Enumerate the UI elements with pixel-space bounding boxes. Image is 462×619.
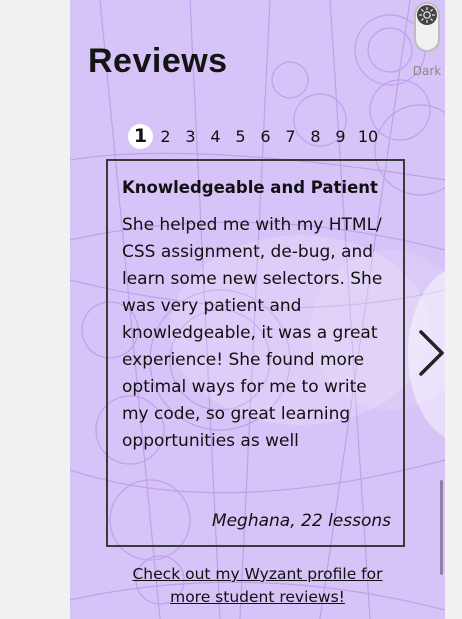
sun-icon <box>418 6 436 24</box>
profile-link-line: Check out my Wyzant profile for <box>132 565 383 583</box>
review-pagination: 1 2 3 4 5 6 7 8 9 10 <box>128 124 383 149</box>
review-body-line: learn some new selectors. She <box>122 269 383 289</box>
review-card: Knowledgeable and Patient She helped me … <box>106 159 405 547</box>
toggle-knob <box>417 5 437 25</box>
review-author: Meghana, 22 lessons <box>211 511 391 531</box>
page-link-1[interactable]: 1 <box>128 124 153 149</box>
review-body: She helped me with my HTML/ CSS assignme… <box>122 212 397 455</box>
page-link-3[interactable]: 3 <box>178 124 203 149</box>
review-body-line: She helped me with my HTML/ <box>122 215 382 235</box>
profile-link-line: more student reviews! <box>170 588 345 606</box>
review-body-line: knowledgeable, it was a great <box>122 323 378 343</box>
scrollbar-thumb[interactable] <box>440 480 443 575</box>
page-link-4[interactable]: 4 <box>203 124 228 149</box>
page-link-8[interactable]: 8 <box>303 124 328 149</box>
wyzant-profile-link[interactable]: Check out my Wyzant profile for more stu… <box>130 563 385 609</box>
dark-mode-label: Dark <box>412 64 442 78</box>
review-body-line: experience! She found more <box>122 350 365 370</box>
review-title: Knowledgeable and Patient <box>122 178 378 197</box>
review-body-line: CSS assignment, de-bug, and <box>122 242 374 262</box>
reviews-panel: Reviews 1 2 3 4 5 6 7 8 9 10 Knowledgeab… <box>70 0 445 619</box>
review-body-line: my code, so great learning <box>122 404 351 424</box>
page-link-9[interactable]: 9 <box>328 124 353 149</box>
dark-mode-toggle[interactable] <box>414 2 440 52</box>
page-link-7[interactable]: 7 <box>278 124 303 149</box>
page-link-6[interactable]: 6 <box>253 124 278 149</box>
page-link-2[interactable]: 2 <box>153 124 178 149</box>
review-body-line: opportunities as well <box>122 431 299 451</box>
page-link-5[interactable]: 5 <box>228 124 253 149</box>
review-body-line: was very patient and <box>122 296 302 316</box>
page-link-10[interactable]: 10 <box>353 124 383 149</box>
next-review-arrow-icon[interactable] <box>416 328 445 378</box>
review-body-line: optimal ways for me to write <box>122 377 367 397</box>
section-title: Reviews <box>88 42 228 80</box>
